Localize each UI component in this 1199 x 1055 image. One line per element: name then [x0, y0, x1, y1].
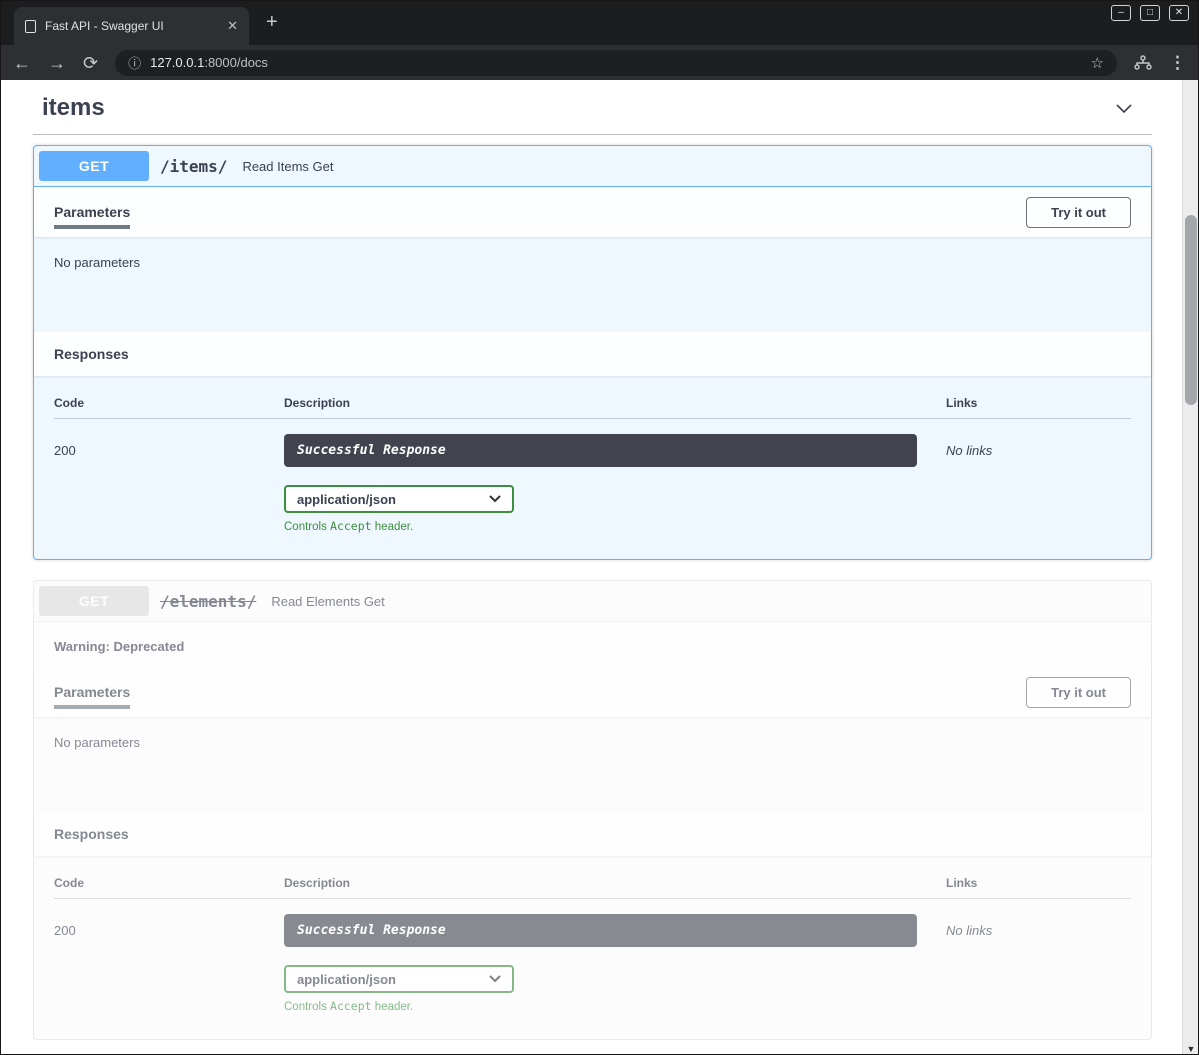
scrollbar-thumb[interactable]	[1185, 215, 1197, 405]
responses-title: Responses	[54, 346, 129, 362]
media-type-area: application/json Controls Accept header.	[284, 965, 1131, 1013]
url-text: 127.0.0.1:8000/docs	[150, 55, 268, 70]
accept-note-code: Accept	[330, 999, 372, 1013]
code-column-header: Code	[54, 396, 284, 410]
media-type-select[interactable]: application/json	[284, 485, 514, 513]
new-tab-button[interactable]: +	[266, 12, 278, 32]
forward-button[interactable]: →	[48, 54, 66, 72]
media-type-value: application/json	[297, 972, 396, 987]
chevron-down-icon[interactable]	[1114, 98, 1134, 118]
browser-menu-kebab-icon[interactable]: ⋮	[1169, 53, 1186, 73]
url-host: 127.0.0.1	[150, 55, 204, 70]
select-chevron-icon	[489, 495, 501, 503]
code-column-header: Code	[54, 876, 284, 890]
description-column-header: Description	[284, 876, 946, 890]
try-it-out-button[interactable]: Try it out	[1026, 197, 1131, 228]
url-path: :8000/docs	[204, 55, 268, 70]
media-type-select[interactable]: application/json	[284, 965, 514, 993]
address-bar[interactable]: ⓘ 127.0.0.1:8000/docs ☆	[115, 50, 1117, 76]
response-row: 200 Successful Response No links	[54, 899, 1131, 947]
swagger-docs-page: items GET /items/ Read Items Get Paramet…	[0, 80, 1182, 1055]
tag-title: items	[42, 94, 105, 122]
scrollbar-down-arrow-icon[interactable]: ▼	[1183, 1044, 1199, 1054]
no-parameters-text: No parameters	[54, 735, 140, 750]
accept-header-note: Controls Accept header.	[284, 519, 1131, 533]
window-maximize-button[interactable]: □	[1140, 5, 1160, 21]
media-type-area: application/json Controls Accept header.	[284, 485, 1131, 533]
try-it-out-button[interactable]: Try it out	[1026, 677, 1131, 708]
browser-tab[interactable]: Fast API - Swagger UI ✕	[14, 7, 249, 45]
response-description-box: Successful Response	[284, 434, 917, 467]
responses-table-header: Code Description Links	[54, 396, 1131, 419]
responses-body: Code Description Links 200 Successful Re…	[34, 856, 1151, 1039]
accept-note-prefix: Controls	[284, 1001, 330, 1013]
responses-body: Code Description Links 200 Successful Re…	[34, 376, 1151, 559]
parameters-tab: Parameters	[54, 684, 130, 700]
accept-header-note: Controls Accept header.	[284, 999, 1131, 1013]
accept-note-prefix: Controls	[284, 521, 330, 533]
deprecation-warning: Warning: Deprecated	[34, 622, 1151, 667]
no-parameters-text: No parameters	[54, 255, 140, 270]
window-controls: – □ ✕	[1111, 5, 1189, 21]
window-close-button[interactable]: ✕	[1169, 5, 1189, 21]
response-description-cell: Successful Response	[284, 434, 946, 467]
responses-header: Responses	[34, 812, 1151, 856]
response-links: No links	[946, 434, 1131, 467]
tag-section-header-items[interactable]: items	[33, 90, 1152, 135]
response-code: 200	[54, 914, 284, 947]
select-chevron-icon	[489, 975, 501, 983]
response-links: No links	[946, 914, 1131, 947]
opblock-get-items: GET /items/ Read Items Get Parameters Tr…	[33, 145, 1152, 560]
operation-summary-text: Read Items Get	[242, 159, 333, 174]
parameters-tab: Parameters	[54, 204, 130, 220]
responses-header: Responses	[34, 332, 1151, 376]
links-column-header: Links	[946, 396, 1131, 410]
network-hierarchy-icon[interactable]	[1134, 55, 1152, 70]
response-description-cell: Successful Response	[284, 914, 946, 947]
response-code: 200	[54, 434, 284, 467]
responses-table-header: Code Description Links	[54, 876, 1131, 899]
operation-summary-text: Read Elements Get	[271, 594, 384, 609]
method-badge: GET	[39, 586, 149, 616]
media-type-value: application/json	[297, 492, 396, 507]
description-column-header: Description	[284, 396, 946, 410]
responses-title: Responses	[54, 826, 129, 842]
parameters-body: No parameters	[34, 717, 1151, 812]
accept-note-suffix: header.	[372, 521, 414, 533]
parameters-body: No parameters	[34, 237, 1151, 332]
page-favicon-icon	[25, 20, 36, 33]
page-scrollbar[interactable]: ▼	[1182, 80, 1199, 1055]
window-titlebar: Fast API - Swagger UI ✕ + – □ ✕	[0, 0, 1199, 45]
operation-path: /items/	[160, 157, 227, 176]
operation-path: /elements/	[160, 592, 256, 611]
parameters-header: Parameters Try it out	[34, 667, 1151, 717]
method-badge: GET	[39, 151, 149, 181]
parameters-header: Parameters Try it out	[34, 187, 1151, 237]
opblock-get-elements-deprecated: GET /elements/ Read Elements Get Warning…	[33, 580, 1152, 1040]
reload-button[interactable]: ⟳	[83, 54, 98, 72]
bookmark-star-icon[interactable]: ☆	[1091, 54, 1104, 72]
accept-note-code: Accept	[330, 519, 372, 533]
tab-title: Fast API - Swagger UI	[45, 19, 218, 33]
window-minimize-button[interactable]: –	[1111, 5, 1131, 21]
links-column-header: Links	[946, 876, 1131, 890]
back-button[interactable]: ←	[13, 54, 31, 72]
tab-close-icon[interactable]: ✕	[227, 18, 238, 34]
browser-toolbar: ← → ⟳ ⓘ 127.0.0.1:8000/docs ☆ ⋮	[0, 45, 1199, 80]
response-description-box: Successful Response	[284, 914, 917, 947]
opblock-summary[interactable]: GET /items/ Read Items Get	[34, 146, 1151, 187]
response-row: 200 Successful Response No links	[54, 419, 1131, 467]
page-info-icon[interactable]: ⓘ	[128, 53, 141, 72]
opblock-summary[interactable]: GET /elements/ Read Elements Get	[34, 581, 1151, 622]
accept-note-suffix: header.	[372, 1001, 414, 1013]
